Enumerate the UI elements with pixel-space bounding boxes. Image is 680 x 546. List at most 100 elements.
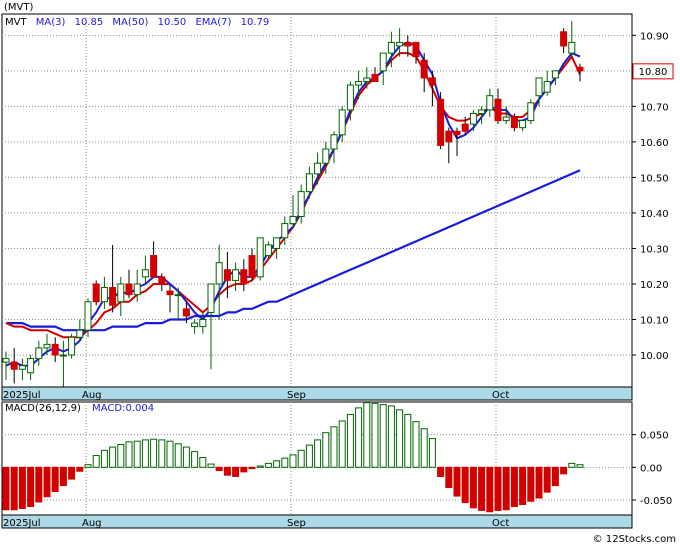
candle-body [486,95,494,111]
stock-chart: 10.00 10.10 10.20 10.30 10.40 10.50 10.60 10.70… [1,2,676,545]
macd-bar [141,439,149,468]
macd-bar [150,438,158,468]
candle-body [338,109,346,136]
candle-body [560,31,568,47]
candle-body [27,358,35,374]
macd-bar [322,432,330,468]
macd-bar [568,462,576,468]
legend-ma50-value: 10.50 [158,17,187,28]
candle-body [240,269,248,285]
candle-body [76,329,84,338]
macd-value-label: MACD:0.004 [92,403,154,414]
candle-body [568,41,576,54]
macd-bar [527,466,535,502]
candle-body [576,66,584,72]
candle-body [191,322,199,328]
candle-body [43,343,51,349]
macd-bar [84,464,92,468]
macd-bar [35,466,43,503]
candle-body [199,319,207,328]
price-tick-label: 10.30 [640,244,669,255]
candle-body [35,347,43,360]
candle-body [510,116,518,129]
candle-body [273,237,281,249]
candle-body [469,112,477,125]
candle-body [2,358,10,363]
candle-body [396,41,404,47]
candle-body [166,290,174,296]
candle-body [355,80,363,86]
candle-body [92,283,100,303]
macd-bar [494,466,502,511]
candle-body [281,223,289,239]
candle-body [551,70,559,79]
macd-bar [502,466,510,511]
candle-body [346,84,354,111]
candle-body [322,148,330,164]
candle-body [68,336,76,356]
candle-body [314,162,322,175]
candle-body [379,52,387,72]
macd-bar [535,466,543,499]
price-tick-label: 10.70 [640,102,669,113]
macd-bar [10,466,18,511]
candle-body [84,301,92,331]
macd-bar [543,466,551,493]
macd-bar [223,466,231,476]
chart-symbol: (MVT) [4,2,33,13]
macd-x-label: 2025Jul [3,518,41,529]
macd-legend: MACD(26,12,9) MACD:0.004 [5,403,154,414]
price-tick-label: 10.50 [640,173,669,184]
macd-bar [43,466,51,498]
macd-bar [428,438,436,468]
candle-body [133,283,141,296]
candle-body [207,283,215,313]
macd-y-axis: 0.050 0.00 -0.050 [632,431,672,507]
candle-body [543,80,551,93]
legend-ticker: MVT [5,17,27,28]
candle-body [519,120,527,129]
macd-bar [182,446,190,468]
macd-bar [18,466,26,509]
macd-bar [92,455,100,468]
macd-bar [109,446,117,468]
macd-bar [437,466,445,477]
last-price-value: 10.80 [639,67,668,78]
macd-bar [338,420,346,468]
macd-bar [314,439,322,468]
macd-bar [100,449,108,468]
macd-bar [158,439,166,468]
candle-body [461,123,469,132]
candle-body [404,41,412,47]
price-tick-label: 10.20 [640,280,669,291]
macd-bar [199,457,207,468]
macd-bar [346,413,354,468]
candle-body [223,269,231,281]
candle-body [182,308,190,317]
legend-ma3-value: 10.85 [75,17,104,28]
legend-line: MVT MA(3) 10.85 MA(50) 10.50 EMA(7) 10.7… [5,17,269,28]
macd-bar [191,451,199,468]
price-x-label: Sep [287,390,306,401]
macd-bar [551,466,559,487]
candle-body [248,255,256,278]
macd-bar [207,463,215,468]
macd-bar [486,466,494,513]
candle [527,99,535,125]
macd-bar [117,443,125,468]
candle-body [445,130,453,143]
price-tick-label: 10.90 [640,31,669,42]
macd-bar [51,466,59,492]
macd-title: MACD(26,12,9) [5,403,81,414]
price-tick-label: 10.40 [640,209,669,220]
macd-bar [2,466,10,511]
macd-tick-label: 0.00 [640,463,662,474]
price-x-label: 2025Jul [3,390,41,401]
macd-bar [379,404,387,468]
macd-bar [248,466,256,470]
candle-body [10,361,18,370]
macd-bar [289,454,297,468]
candle [68,333,76,359]
macd-bar [519,466,527,506]
price-x-label: Oct [492,390,509,401]
